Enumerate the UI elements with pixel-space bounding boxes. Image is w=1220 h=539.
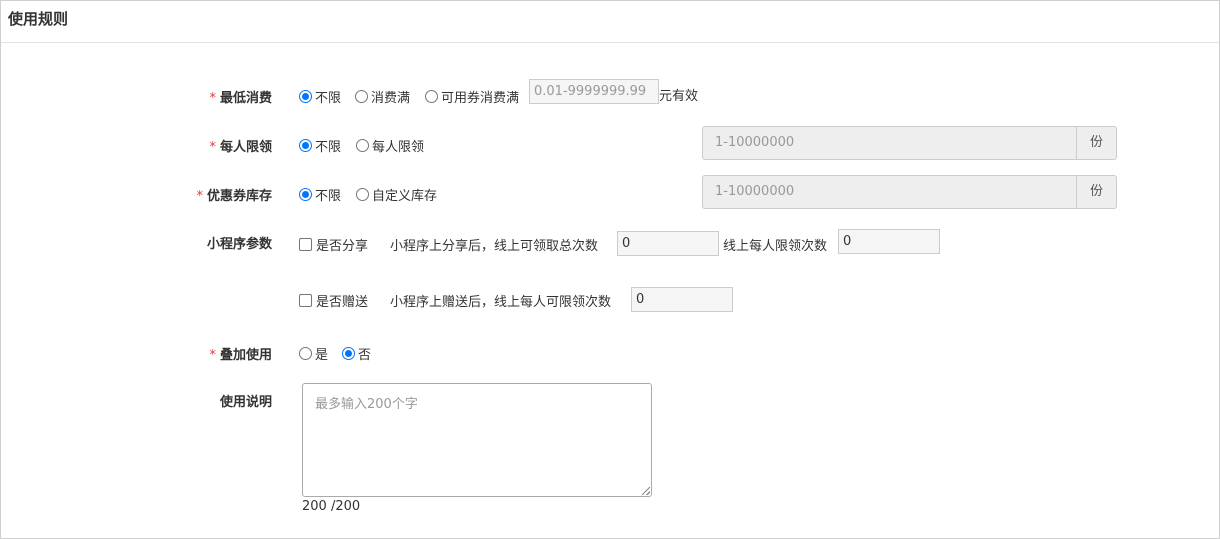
min-spend-option-usable-over[interactable]: 可用券消费满 <box>425 87 519 106</box>
option-label: 可用券消费满 <box>441 91 520 106</box>
min-spend-option-unlimited[interactable]: 不限 <box>299 87 341 106</box>
per-person-option-unlimited[interactable]: 不限 <box>299 136 341 155</box>
share-per-person-label: 线上每人限领次数 <box>723 239 828 254</box>
usage-rules-panel: 使用规则 * 最低消费 不限 消费满 可用券消费满 0.01-9999999.99… <box>0 0 1220 539</box>
stackable-label-text: 叠加使用 <box>219 348 272 363</box>
option-label: 每人限领 <box>372 140 425 155</box>
radio-selected-icon[interactable] <box>299 139 312 152</box>
radio-selected-icon[interactable] <box>342 347 355 360</box>
description-char-counter: 200 /200 <box>302 499 361 514</box>
per-person-limit-label: * 每人限领 <box>1 136 272 155</box>
description-textarea[interactable]: 最多输入200个字 <box>302 383 652 497</box>
radio-icon[interactable] <box>356 139 369 152</box>
radio-icon[interactable] <box>425 90 438 103</box>
resize-handle-icon[interactable] <box>642 487 650 495</box>
radio-icon[interactable] <box>299 347 312 360</box>
required-mark: * <box>209 348 216 363</box>
gift-checkbox[interactable]: 是否赠送 <box>299 291 368 310</box>
share-total-input[interactable]: 0 <box>617 231 719 256</box>
option-label: 不限 <box>315 189 342 204</box>
share-per-person-input[interactable]: 0 <box>838 229 940 254</box>
required-mark: * <box>209 140 216 155</box>
coupon-stock-input-group: 1-10000000 份 <box>702 175 1117 209</box>
min-spend-amount-input[interactable]: 0.01-9999999.99 <box>529 79 659 104</box>
required-mark: * <box>196 189 203 204</box>
min-spend-option-spend-over[interactable]: 消费满 <box>355 87 410 106</box>
description-label: 使用说明 <box>1 391 272 410</box>
checkbox-icon[interactable] <box>299 294 312 307</box>
radio-icon[interactable] <box>356 188 369 201</box>
stackable-option-no[interactable]: 否 <box>342 344 371 363</box>
coupon-stock-input[interactable]: 1-10000000 <box>702 175 1077 209</box>
required-mark: * <box>209 91 216 106</box>
min-spend-suffix: 元有效 <box>659 89 699 104</box>
coupon-stock-label-text: 优惠券库存 <box>206 189 272 204</box>
option-label: 不限 <box>315 140 342 155</box>
min-spend-label-text: 最低消费 <box>219 91 272 106</box>
per-person-limit-input-group: 1-10000000 份 <box>702 126 1117 160</box>
stackable-label: * 叠加使用 <box>1 344 272 363</box>
panel-header: 使用规则 <box>1 1 1219 43</box>
radio-icon[interactable] <box>355 90 368 103</box>
mini-program-label: 小程序参数 <box>1 233 272 252</box>
description-placeholder: 最多输入200个字 <box>315 397 418 412</box>
gift-per-person-input[interactable]: 0 <box>631 287 733 312</box>
coupon-stock-unit: 份 <box>1077 175 1117 209</box>
per-person-option-limited[interactable]: 每人限领 <box>356 136 424 155</box>
share-total-label: 小程序上分享后，线上可领取总次数 <box>390 239 599 254</box>
option-label: 不限 <box>315 91 342 106</box>
radio-selected-icon[interactable] <box>299 188 312 201</box>
checkbox-icon[interactable] <box>299 238 312 251</box>
per-person-limit-unit: 份 <box>1077 126 1117 160</box>
panel-title: 使用规则 <box>8 10 69 28</box>
coupon-stock-option-custom[interactable]: 自定义库存 <box>356 185 437 204</box>
stackable-option-yes[interactable]: 是 <box>299 344 328 363</box>
coupon-stock-option-unlimited[interactable]: 不限 <box>299 185 341 204</box>
option-label: 自定义库存 <box>372 189 438 204</box>
coupon-stock-label: * 优惠券库存 <box>1 185 272 204</box>
share-checkbox[interactable]: 是否分享 <box>299 235 368 254</box>
checkbox-label: 是否赠送 <box>316 295 369 310</box>
option-label: 消费满 <box>371 91 411 106</box>
per-person-limit-input[interactable]: 1-10000000 <box>702 126 1077 160</box>
checkbox-label: 是否分享 <box>316 239 369 254</box>
radio-selected-icon[interactable] <box>299 90 312 103</box>
mini-program-label-text: 小程序参数 <box>206 237 272 252</box>
description-label-text: 使用说明 <box>219 395 272 410</box>
option-label: 否 <box>358 348 372 363</box>
per-person-limit-label-text: 每人限领 <box>219 140 272 155</box>
min-spend-label: * 最低消费 <box>1 87 272 106</box>
gift-per-person-label: 小程序上赠送后，线上每人可限领次数 <box>390 295 612 310</box>
option-label: 是 <box>315 348 329 363</box>
